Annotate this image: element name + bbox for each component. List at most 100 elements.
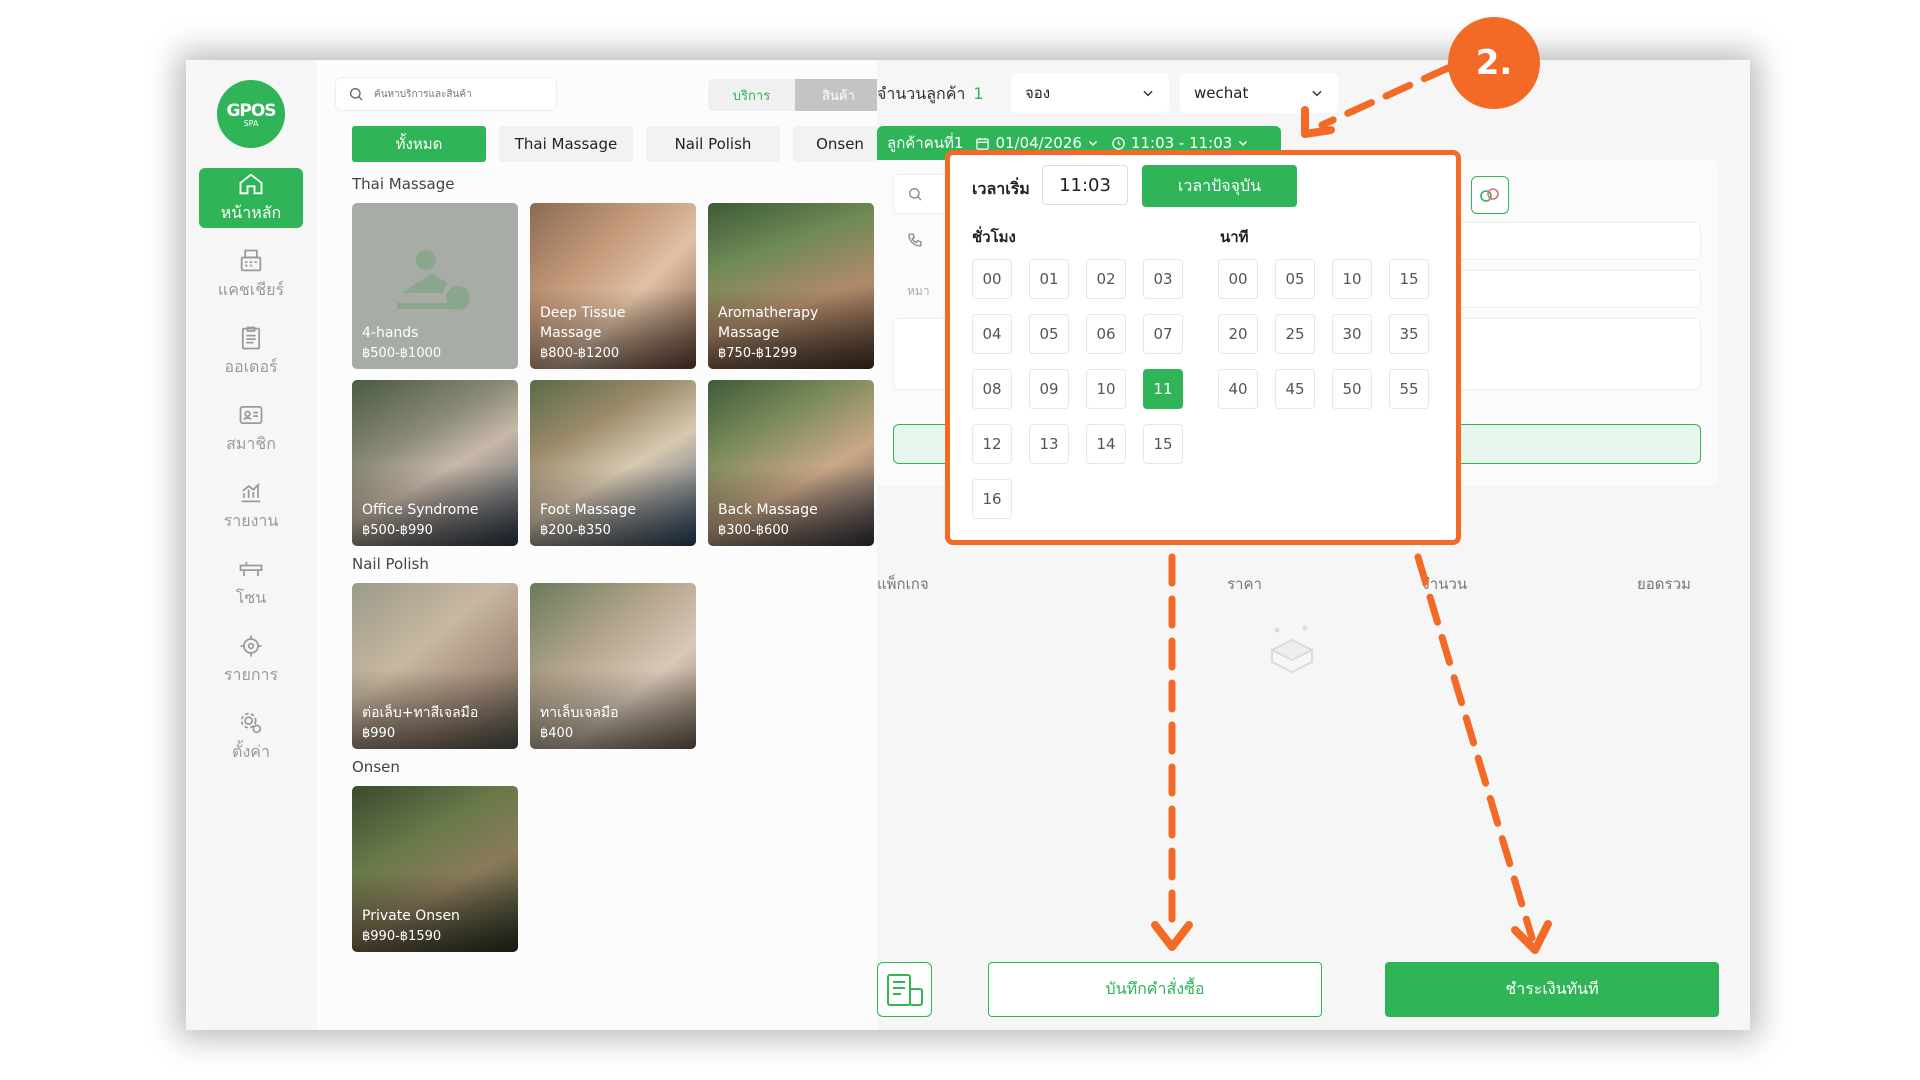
minute-option[interactable]: 30 bbox=[1332, 314, 1372, 354]
sidebar: GPOS SPA หน้าหลัก แคชเชียร์ ออเดอร์ สมาช… bbox=[186, 60, 317, 1030]
start-time-input[interactable] bbox=[1042, 165, 1128, 205]
service-card[interactable]: Foot Massage ฿200-฿350 bbox=[530, 380, 696, 546]
catalog-panel: บริการ สินค้า ทั้งหมด Thai Massage Nail … bbox=[317, 60, 887, 1030]
channel-select[interactable]: wechat bbox=[1180, 73, 1338, 113]
customer-count: จำนวนลูกค้า 1 bbox=[877, 84, 984, 103]
hour-option[interactable]: 00 bbox=[972, 259, 1012, 299]
service-card[interactable]: 4-hands ฿500-฿1000 bbox=[352, 203, 518, 369]
hour-option[interactable]: 04 bbox=[972, 314, 1012, 354]
tab-onsen[interactable]: Onsen bbox=[793, 126, 887, 162]
hour-option[interactable]: 12 bbox=[972, 424, 1012, 464]
clock-icon bbox=[1112, 136, 1125, 150]
receipt-button[interactable] bbox=[877, 962, 932, 1017]
col-qty: จำนวน bbox=[1421, 575, 1468, 593]
minute-option[interactable]: 40 bbox=[1218, 369, 1258, 409]
pay-now-button[interactable]: ชำระเงินทันที bbox=[1385, 962, 1719, 1017]
cashier-icon bbox=[240, 249, 262, 272]
tab-all[interactable]: ทั้งหมด bbox=[352, 126, 486, 162]
tab-thai-massage[interactable]: Thai Massage bbox=[499, 126, 633, 162]
gender-icon bbox=[1480, 188, 1499, 202]
service-card[interactable]: Private Onsen ฿990-฿1590 bbox=[352, 786, 518, 952]
col-price: ราคา bbox=[1227, 575, 1262, 593]
minute-option[interactable]: 35 bbox=[1389, 314, 1429, 354]
service-card[interactable]: Aromatherapy Massage ฿750-฿1299 bbox=[708, 203, 874, 369]
gear-icon bbox=[240, 712, 262, 734]
product-toggle[interactable]: สินค้า bbox=[795, 79, 882, 111]
minutes-title: นาที bbox=[1220, 228, 1249, 246]
service-card[interactable]: ทาเล็บเจลมือ ฿400 bbox=[530, 583, 696, 749]
time-picker-popup: เวลาเริ่ม เวลาปัจจุบัน ชั่วโมง นาที 0001… bbox=[945, 150, 1461, 545]
search-icon bbox=[350, 88, 363, 101]
hour-option[interactable]: 11 bbox=[1143, 369, 1183, 409]
minute-option[interactable]: 25 bbox=[1275, 314, 1315, 354]
hours-title: ชั่วโมง bbox=[972, 228, 1016, 246]
sidebar-item-reports[interactable]: รายงาน bbox=[199, 476, 303, 536]
service-card[interactable]: Deep Tissue Massage ฿800-฿1200 bbox=[530, 203, 696, 369]
col-package: แพ็กเกจ bbox=[877, 575, 929, 593]
sidebar-item-orders[interactable]: ออเดอร์ bbox=[199, 322, 303, 382]
phone-icon bbox=[908, 233, 922, 247]
col-total: ยอดรวม bbox=[1637, 575, 1691, 593]
phone-field[interactable] bbox=[1437, 222, 1701, 260]
section-title-thai: Thai Massage bbox=[352, 175, 455, 193]
search-box bbox=[335, 77, 557, 111]
chevron-down-icon bbox=[1088, 140, 1097, 147]
minute-option[interactable]: 50 bbox=[1332, 369, 1372, 409]
service-card[interactable]: ต่อเล็บ+ทาสีเจลมือ ฿990 bbox=[352, 583, 518, 749]
minute-option[interactable]: 45 bbox=[1275, 369, 1315, 409]
sidebar-item-home[interactable]: หน้าหลัก bbox=[199, 168, 303, 228]
hour-option[interactable]: 06 bbox=[1086, 314, 1126, 354]
clipboard-icon bbox=[241, 326, 261, 350]
sidebar-item-zone[interactable]: โซน bbox=[199, 553, 303, 613]
chevron-down-icon bbox=[1312, 90, 1322, 97]
service-card[interactable]: Office Syndrome ฿500-฿990 bbox=[352, 380, 518, 546]
minute-option[interactable]: 15 bbox=[1389, 259, 1429, 299]
sidebar-item-members[interactable]: สมาชิก bbox=[199, 399, 303, 459]
member-card-icon bbox=[239, 405, 263, 425]
hour-option[interactable]: 08 bbox=[972, 369, 1012, 409]
receipt-icon bbox=[886, 973, 923, 1006]
hour-option[interactable]: 10 bbox=[1086, 369, 1126, 409]
hour-option[interactable]: 07 bbox=[1143, 314, 1183, 354]
hour-option[interactable]: 05 bbox=[1029, 314, 1069, 354]
hour-option[interactable]: 09 bbox=[1029, 369, 1069, 409]
couple-icon-button[interactable] bbox=[1471, 176, 1509, 214]
search-input[interactable] bbox=[374, 88, 544, 100]
minute-option[interactable]: 55 bbox=[1389, 369, 1429, 409]
section-title-onsen: Onsen bbox=[352, 758, 400, 776]
step-badge: 2. bbox=[1448, 17, 1540, 109]
hour-option[interactable]: 01 bbox=[1029, 259, 1069, 299]
service-toggle[interactable]: บริการ bbox=[708, 79, 795, 111]
service-card[interactable]: Back Massage ฿300-฿600 bbox=[708, 380, 874, 546]
booking-type-select[interactable]: จอง bbox=[1011, 73, 1169, 113]
hour-option[interactable]: 03 bbox=[1143, 259, 1183, 299]
hour-option[interactable]: 14 bbox=[1086, 424, 1126, 464]
current-time-button[interactable]: เวลาปัจจุบัน bbox=[1142, 165, 1297, 207]
minute-option[interactable]: 05 bbox=[1275, 259, 1315, 299]
hour-option[interactable]: 13 bbox=[1029, 424, 1069, 464]
empty-box-icon bbox=[1269, 625, 1315, 674]
minute-option[interactable]: 00 bbox=[1218, 259, 1258, 299]
section-title-nail: Nail Polish bbox=[352, 555, 429, 573]
minute-option[interactable]: 10 bbox=[1332, 259, 1372, 299]
calendar-icon bbox=[976, 137, 990, 150]
sidebar-item-settings[interactable]: ตั้งค่า bbox=[199, 707, 303, 767]
minute-option[interactable]: 20 bbox=[1218, 314, 1258, 354]
massage-placeholder-icon bbox=[397, 250, 470, 310]
bed-icon bbox=[239, 562, 263, 576]
home-icon bbox=[239, 173, 263, 195]
note-field[interactable] bbox=[1437, 270, 1701, 308]
gpos-logo: GPOS SPA bbox=[217, 80, 285, 148]
hour-option[interactable]: 16 bbox=[972, 479, 1012, 519]
spa-icon bbox=[240, 635, 262, 657]
save-order-button[interactable]: บันทึกคำสั่งซื้อ bbox=[988, 962, 1322, 1017]
sidebar-item-cashier[interactable]: แคชเชียร์ bbox=[199, 245, 303, 305]
catalog-type-toggle: บริการ สินค้า bbox=[708, 79, 882, 111]
hour-option[interactable]: 15 bbox=[1143, 424, 1183, 464]
search-icon bbox=[909, 188, 922, 201]
chevron-down-icon bbox=[1239, 140, 1248, 147]
tab-nail-polish[interactable]: Nail Polish bbox=[646, 126, 780, 162]
hour-option[interactable]: 02 bbox=[1086, 259, 1126, 299]
chart-icon bbox=[241, 483, 261, 503]
sidebar-item-list[interactable]: รายการ bbox=[199, 630, 303, 690]
